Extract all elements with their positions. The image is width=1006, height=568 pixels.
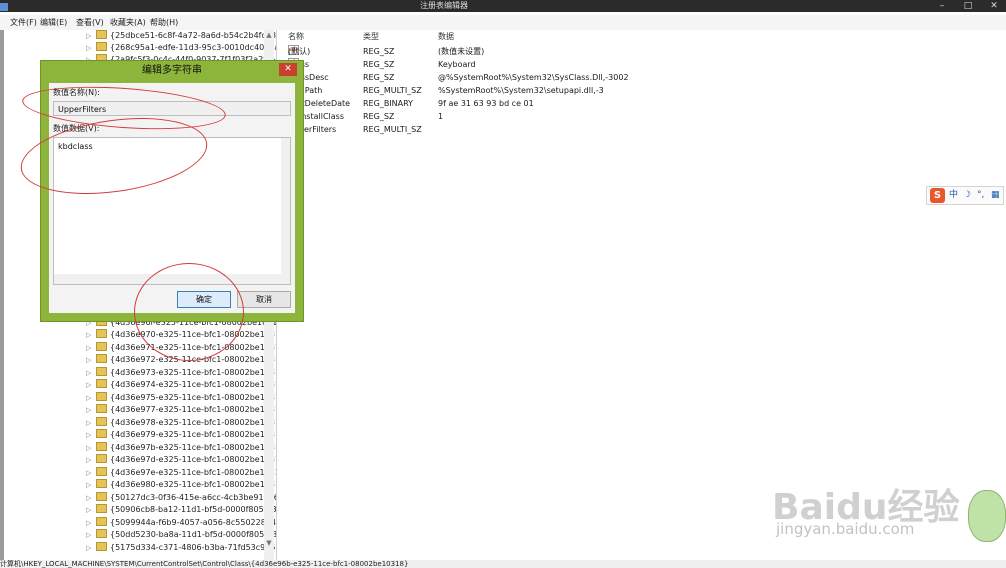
ime-mode-toggle[interactable]: 中 [949, 187, 958, 204]
menu-help[interactable]: 帮助(H) [150, 15, 178, 30]
folder-icon [96, 379, 107, 388]
expand-arrow-icon[interactable]: ▷ [86, 342, 96, 354]
textarea-vscrollbar[interactable] [281, 138, 290, 274]
value-row[interactable]: abClass REG_SZ Keyboard [282, 58, 1000, 71]
expand-arrow-icon[interactable]: ▷ [86, 454, 96, 466]
folder-icon [96, 42, 107, 51]
folder-icon [96, 517, 107, 526]
tree-item[interactable]: ▷ {4d36e97e-e325-11ce-bfc1-08002be10318} [86, 467, 276, 479]
left-edge [0, 30, 4, 560]
expand-arrow-icon[interactable]: ▷ [86, 379, 96, 391]
moon-icon[interactable]: ☽ [963, 187, 971, 204]
folder-icon [96, 417, 107, 426]
expand-arrow-icon[interactable]: ▷ [86, 329, 96, 341]
tree-item[interactable]: ▷ {268c95a1-edfe-11d3-95c3-0010dc4050a5} [86, 42, 276, 54]
keyboard-icon[interactable]: ▦ [991, 187, 1000, 204]
expand-arrow-icon[interactable]: ▷ [86, 504, 96, 516]
ime-toolbar[interactable]: S 中 ☽ °, ▦ [926, 186, 1004, 205]
tree-item[interactable]: ▷ {4d36e980-e325-11ce-bfc1-08002be10318} [86, 479, 276, 491]
folder-icon [96, 329, 107, 338]
folder-icon [96, 342, 107, 351]
close-icon[interactable]: ✕ [279, 63, 297, 76]
annotation-circle-ok [134, 263, 244, 361]
tree-item[interactable]: ▷ {50127dc3-0f36-415e-a6cc-4cb3be910b65} [86, 492, 276, 504]
menu-file[interactable]: 文件(F) [10, 15, 37, 30]
value-row[interactable]: ab (默认) REG_SZ (数值未设置) [282, 45, 1000, 58]
expand-arrow-icon[interactable]: ▷ [86, 367, 96, 379]
menu-favorites[interactable]: 收藏夹(A) [110, 15, 146, 30]
folder-icon [96, 404, 107, 413]
expand-arrow-icon[interactable]: ▷ [86, 542, 96, 554]
window-title: 注册表编辑器 [420, 1, 468, 10]
expand-arrow-icon[interactable]: ▷ [86, 479, 96, 491]
folder-icon [96, 392, 107, 401]
expand-arrow-icon[interactable]: ▷ [86, 42, 96, 54]
tree-item[interactable]: ▷ {4d36e97d-e325-11ce-bfc1-08002be10318} [86, 454, 276, 466]
value-row[interactable]: abIconPath REG_MULTI_SZ %SystemRoot%\Sys… [282, 84, 1000, 97]
scroll-down-icon[interactable]: ▼ [264, 538, 274, 548]
folder-icon [96, 542, 107, 551]
expand-arrow-icon[interactable]: ▷ [86, 492, 96, 504]
column-header-data[interactable]: 数据 [438, 30, 454, 44]
tree-item[interactable]: ▷ {25dbce51-6c8f-4a72-8a6d-b54c2b4fc835} [86, 30, 276, 42]
close-window-icon[interactable]: ✕ [982, 0, 1006, 12]
folder-icon [96, 529, 107, 538]
watermark-url: jingyan.baidu.com [776, 520, 915, 538]
expand-arrow-icon[interactable]: ▷ [86, 442, 96, 454]
punctuation-icon[interactable]: °, [977, 187, 984, 204]
folder-icon [96, 429, 107, 438]
value-row[interactable]: abClassDesc REG_SZ @%SystemRoot%\System3… [282, 71, 1000, 84]
folder-icon [96, 492, 107, 501]
expand-arrow-icon[interactable]: ▷ [86, 417, 96, 429]
column-header-type[interactable]: 类型 [363, 30, 379, 44]
folder-icon [96, 504, 107, 513]
expand-arrow-icon[interactable]: ▷ [86, 517, 96, 529]
folder-icon [96, 454, 107, 463]
title-bar: 注册表编辑器 – □ ✕ [0, 0, 1006, 12]
tree-item[interactable]: ▷ {4d36e979-e325-11ce-bfc1-08002be10318} [86, 429, 276, 441]
tree-item[interactable]: ▷ {50dd5230-ba8a-11d1-bf5d-0000f805f530} [86, 529, 276, 541]
menu-edit[interactable]: 编辑(E) [40, 15, 67, 30]
minimize-icon[interactable]: – [930, 0, 954, 12]
folder-icon [96, 479, 107, 488]
tree-item[interactable]: ▷ {4d36e977-e325-11ce-bfc1-08002be10318} [86, 404, 276, 416]
folder-icon [96, 467, 107, 476]
dialog-title[interactable]: 编辑多字符串 [41, 61, 303, 81]
tree-item[interactable]: ▷ {4d36e974-e325-11ce-bfc1-08002be10318} [86, 379, 276, 391]
value-row[interactable]: 01LastDeleteDate REG_BINARY 9f ae 31 63 … [282, 97, 1000, 110]
menu-bar: 文件(F) 编辑(E) 查看(V) 收藏夹(A) 帮助(H) [0, 15, 1006, 30]
status-path: 计算机\HKEY_LOCAL_MACHINE\SYSTEM\CurrentCon… [0, 560, 409, 568]
tree-item[interactable]: ▷ {4d36e97b-e325-11ce-bfc1-08002be10318} [86, 442, 276, 454]
value-row[interactable]: abNoInstallClass REG_SZ 1 [282, 110, 1000, 123]
app-icon [0, 3, 8, 11]
scroll-up-icon[interactable]: ▲ [264, 30, 274, 40]
value-row[interactable]: abUpperFilters REG_MULTI_SZ [282, 123, 1000, 136]
tree-item[interactable]: ▷ {50906cb8-ba12-11d1-bf5d-0000f805f530} [86, 504, 276, 516]
menu-view[interactable]: 查看(V) [76, 15, 104, 30]
mascot-icon [968, 490, 1006, 542]
status-bar: 计算机\HKEY_LOCAL_MACHINE\SYSTEM\CurrentCon… [0, 560, 1006, 568]
folder-icon [96, 30, 107, 39]
tree-item[interactable]: ▷ {4d36e973-e325-11ce-bfc1-08002be10318} [86, 367, 276, 379]
expand-arrow-icon[interactable]: ▷ [86, 354, 96, 366]
expand-arrow-icon[interactable]: ▷ [86, 404, 96, 416]
expand-arrow-icon[interactable]: ▷ [86, 529, 96, 541]
tree-item[interactable]: ▷ {5099944a-f6b9-4057-a056-8c550228544c} [86, 517, 276, 529]
folder-icon [96, 367, 107, 376]
cancel-button[interactable]: 取消 [237, 291, 291, 308]
tree-item[interactable]: ▷ {4d36e978-e325-11ce-bfc1-08002be10318} [86, 417, 276, 429]
expand-arrow-icon[interactable]: ▷ [86, 392, 96, 404]
expand-arrow-icon[interactable]: ▷ [86, 467, 96, 479]
maximize-icon[interactable]: □ [956, 0, 980, 12]
sogou-logo-icon[interactable]: S [930, 188, 945, 203]
folder-icon [96, 354, 107, 363]
column-header-name[interactable]: 名称 [288, 30, 304, 44]
tree-item[interactable]: ▷ {5175d334-c371-4806-b3ba-71fd53c9258d} [86, 542, 276, 554]
expand-arrow-icon[interactable]: ▷ [86, 30, 96, 42]
tree-item[interactable]: ▷ {4d36e975-e325-11ce-bfc1-08002be10318} [86, 392, 276, 404]
expand-arrow-icon[interactable]: ▷ [86, 429, 96, 441]
folder-icon [96, 442, 107, 451]
